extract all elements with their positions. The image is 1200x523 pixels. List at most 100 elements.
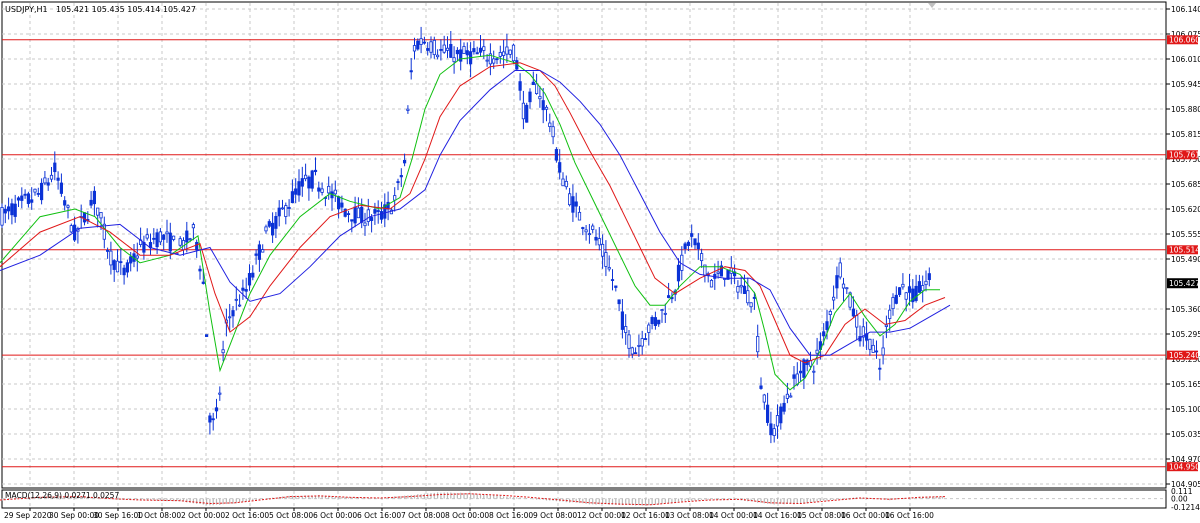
candle-body [465,50,469,56]
candle-body [551,126,555,138]
candle-body [564,180,568,188]
candle-body [492,58,496,64]
candle-body [604,252,608,267]
candle-body [241,287,245,291]
candle-body [261,249,265,253]
candle-body [26,193,31,204]
candle-body [129,256,133,264]
candle-body [89,199,93,206]
candle-body [155,232,159,248]
candle [310,169,314,192]
candle-body [49,174,54,180]
candle-body [112,260,116,270]
time-axis-label: 13 Oct 08:00 [665,511,714,520]
candle-body [10,203,14,216]
candle-body [350,219,354,222]
candle-body [501,51,506,56]
candle-body [231,310,235,317]
candle-body [188,238,192,241]
time-axis-label: 9 Oct 08:00 [533,511,577,520]
level-tag-label: 105.761 [1169,151,1200,160]
time-axis-label: 30 Sep 00:00 [49,511,99,520]
candle-body [841,283,846,289]
candle-body [521,102,526,120]
candle-body [683,243,687,249]
candle-body [366,209,370,222]
candle-body [620,311,625,330]
candle-body [406,108,410,111]
candle-body [399,175,403,178]
current-price-tag: 105.427 [1167,278,1200,289]
candle-body [442,44,446,53]
candle-body [99,212,103,219]
candle-body [3,208,7,214]
candle-body [145,234,149,239]
candle-body [878,367,882,370]
candle-body [531,81,535,86]
candle-body [135,255,139,259]
level-tag-label: 104.950 [1169,462,1200,471]
price-axis-label: 105.100 [1171,405,1200,414]
level-tag-label: 105.240 [1169,351,1200,360]
candle-body [307,176,311,189]
candle-body [541,100,545,111]
candle-body [627,334,631,349]
candle-body [855,315,859,328]
candle-body [69,225,73,233]
candle-body [594,236,598,241]
candle-body [244,289,248,292]
candle-body [577,211,582,221]
candle [525,102,529,123]
candle-body [152,237,156,240]
candle-body [432,39,436,56]
time-axis-label: 8 Oct 00:00 [445,511,489,520]
candle-body [478,47,483,53]
candle-body [290,191,295,204]
candle-body [759,385,763,389]
candle-body [452,57,456,63]
candle-body [525,104,529,123]
candle-body [96,207,100,216]
candle-body [799,370,803,374]
candle-body [495,58,499,61]
candle-body [884,324,889,327]
candle-body [462,46,466,54]
candle-body [686,241,691,246]
candle-body [795,373,799,385]
candle-body [894,294,898,304]
candle-body [752,296,757,299]
candle-body [106,250,110,252]
candle-body [815,349,819,354]
candle-body [482,46,486,51]
candle-body [832,296,836,301]
candle-body [868,338,872,350]
time-axis-label: 30 Sep 16:00 [93,511,143,520]
price-axis-label: 105.490 [1171,255,1200,264]
candle-body [789,395,793,398]
price-axis-label: 105.295 [1171,330,1200,339]
candle-body [251,272,255,278]
candle-body [601,243,605,257]
candle-body [716,271,720,274]
candle-body [485,59,489,62]
candle-body [584,229,588,233]
candle-body [835,275,839,289]
candle-body [634,352,638,355]
candle-body [554,149,559,161]
candle-body [82,212,87,223]
candle-body [247,273,252,286]
candle-body [340,202,344,208]
candle-body [663,312,667,315]
candle-body [907,286,912,293]
candle-body [13,203,17,217]
candle-body [657,319,661,325]
candle-body [30,199,34,203]
candle-body [46,182,50,186]
macd-axis-label: -0.1214 [1171,503,1200,512]
candle-body [313,169,318,173]
candle-body [195,241,199,251]
candle-body [917,281,922,293]
candle-body [769,423,773,436]
candle-body [353,206,357,224]
price-axis-label: 105.165 [1171,380,1200,389]
